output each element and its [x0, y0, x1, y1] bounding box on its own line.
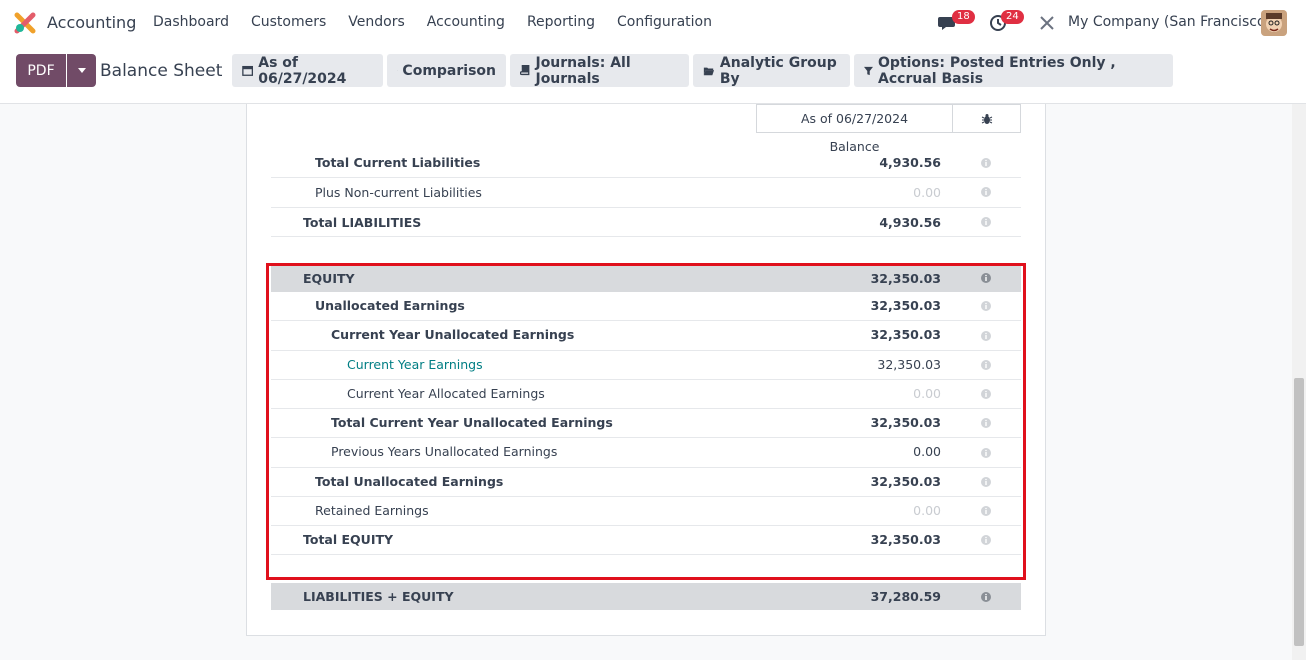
export-dropdown-toggle[interactable]: [67, 54, 96, 87]
control-panel: PDF Balance Sheet As of 06/27/2024 Compa…: [0, 46, 1306, 104]
journals-filter-button[interactable]: Journals: All Journals: [510, 54, 689, 87]
date-filter-button[interactable]: As of 06/27/2024: [232, 54, 383, 87]
top-navbar: Accounting Dashboard Customers Vendors A…: [0, 0, 1306, 46]
report-row[interactable]: Total LIABILITIES 4,930.56: [271, 208, 1021, 237]
equity-section-highlight: [266, 263, 1026, 580]
info-icon[interactable]: [981, 217, 991, 227]
accounting-logo-icon[interactable]: [14, 12, 36, 34]
pdf-button[interactable]: PDF: [16, 54, 66, 87]
calendar-icon: [242, 65, 254, 76]
comparison-button[interactable]: Comparison: [387, 54, 506, 87]
activities-badge: 24: [1001, 10, 1024, 24]
company-switcher[interactable]: My Company (San Francisco): [1068, 14, 1271, 30]
info-icon[interactable]: [981, 158, 991, 168]
balance-column-label: Balance: [829, 139, 880, 154]
bug-icon: [981, 113, 992, 124]
page-title: Balance Sheet: [100, 61, 223, 81]
menu-configuration[interactable]: Configuration: [617, 14, 712, 30]
info-icon[interactable]: [981, 592, 991, 602]
menu-customers[interactable]: Customers: [251, 14, 326, 30]
report-row[interactable]: Plus Non-current Liabilities 0.00: [271, 178, 1021, 208]
folder-open-icon: [703, 67, 715, 75]
app-name[interactable]: Accounting: [47, 13, 136, 32]
menu-accounting[interactable]: Accounting: [427, 14, 505, 30]
report-row-total[interactable]: LIABILITIES + EQUITY 37,280.59: [271, 583, 1021, 610]
analytic-group-by-button[interactable]: Analytic Group By: [693, 54, 850, 87]
tools-icon[interactable]: [1038, 14, 1056, 32]
filter-icon: [864, 66, 874, 75]
debug-column-header[interactable]: [953, 104, 1021, 133]
scrollbar-thumb[interactable]: [1294, 378, 1304, 646]
menu-dashboard[interactable]: Dashboard: [153, 14, 229, 30]
book-icon: [520, 65, 530, 76]
main-menu: Dashboard Customers Vendors Accounting R…: [153, 14, 734, 30]
user-avatar[interactable]: [1261, 10, 1287, 36]
report-row[interactable]: Total Current Liabilities 4,930.56: [271, 155, 1021, 178]
info-icon[interactable]: [981, 187, 991, 197]
menu-vendors[interactable]: Vendors: [348, 14, 404, 30]
options-filter-button[interactable]: Options: Posted Entries Only , Accrual B…: [854, 54, 1173, 87]
column-header-date: As of 06/27/2024: [756, 104, 953, 133]
menu-reporting[interactable]: Reporting: [527, 14, 595, 30]
messages-badge: 18: [952, 10, 975, 24]
